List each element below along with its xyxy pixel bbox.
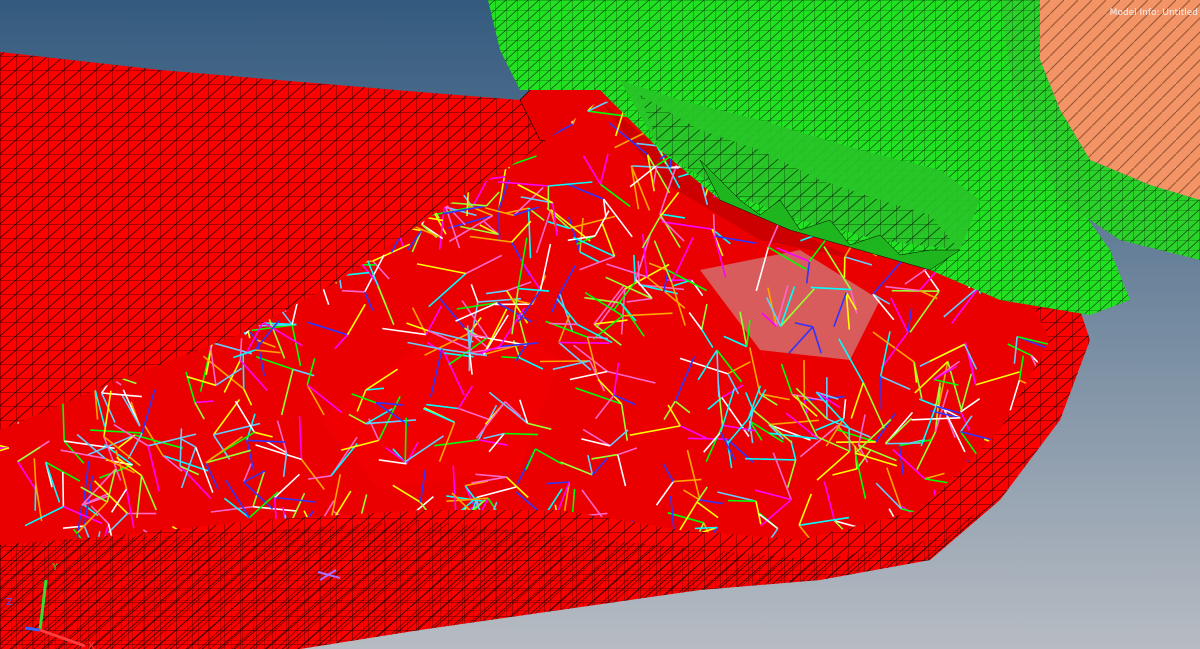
mesh-edge (712, 214, 716, 237)
axis-y-label: Y (51, 562, 59, 573)
model-scene[interactable]: Y X Z (0, 0, 1200, 649)
mesh-edge (885, 442, 921, 445)
mesh-edge (688, 437, 728, 440)
mesh-edge (404, 417, 407, 462)
mesh-edge (242, 354, 245, 389)
mesh-edge (62, 471, 65, 507)
graphics-viewport[interactable]: Y X Z Model Info: Untitled (0, 0, 1200, 649)
mesh-edge (539, 360, 590, 363)
mesh-edge (558, 341, 609, 344)
mesh-edge (548, 322, 578, 326)
mesh-edge (504, 432, 538, 436)
mesh-edge (498, 208, 501, 243)
axis-z-label: Z (6, 597, 13, 608)
model-info-label: Model Info: Untitled (1109, 8, 1198, 18)
mesh-edge (848, 428, 851, 452)
mesh-edge (879, 376, 883, 410)
mesh-edge (694, 526, 718, 530)
mesh-edge (728, 499, 757, 502)
axis-x-label: X (88, 641, 95, 649)
